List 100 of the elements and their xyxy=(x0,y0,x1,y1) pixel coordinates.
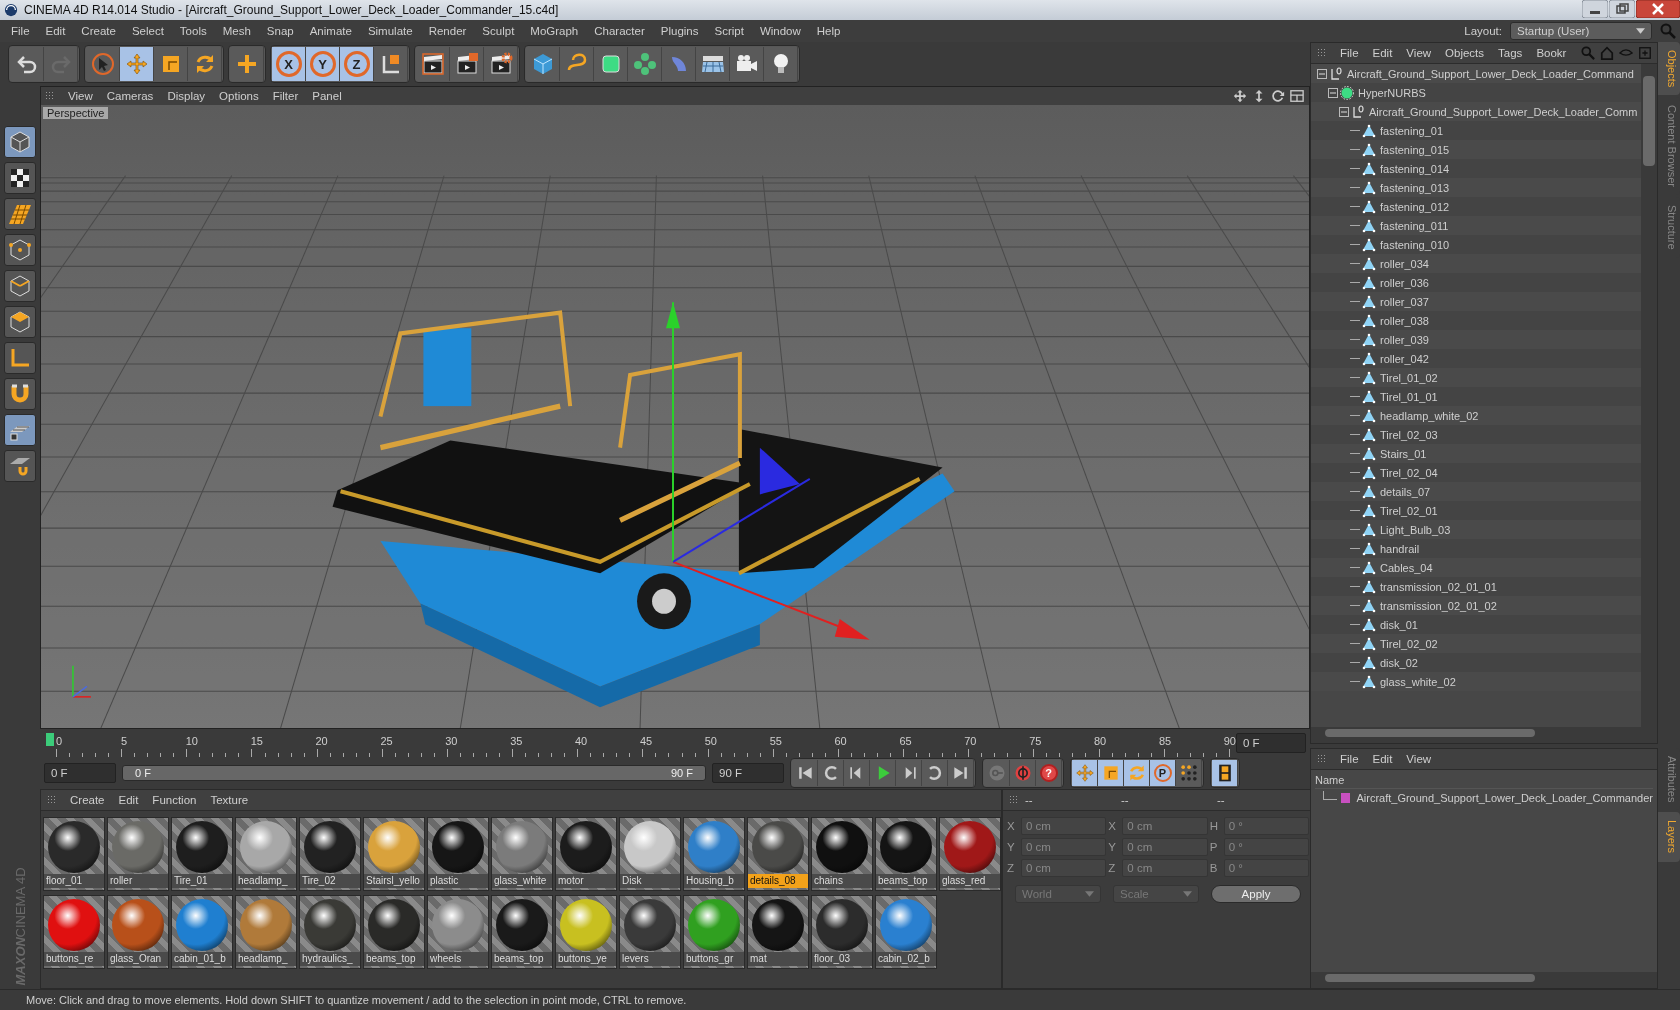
viewport-menu-item[interactable]: Display xyxy=(160,90,213,102)
frame-range-bar[interactable]: 0 F 90 F xyxy=(122,765,706,781)
material-swatch[interactable]: headlamp_ xyxy=(235,817,297,891)
minimize-icon[interactable] xyxy=(1582,0,1608,18)
param-button[interactable]: P xyxy=(1150,760,1176,786)
magnet-mode-button[interactable] xyxy=(4,378,36,410)
material-menu-item[interactable]: Create xyxy=(63,794,112,806)
material-swatch[interactable]: mat xyxy=(747,895,809,969)
points-mode-button[interactable] xyxy=(4,234,36,266)
menu-item[interactable]: Simulate xyxy=(360,25,420,37)
menu-item[interactable]: Window xyxy=(752,25,808,37)
texture-mode-button[interactable] xyxy=(4,162,36,194)
move-button[interactable] xyxy=(1072,760,1098,786)
object-menu-item[interactable]: Edit xyxy=(1365,47,1400,59)
axis-button[interactable]: Z xyxy=(340,47,374,81)
layer-menu-item[interactable]: File xyxy=(1333,753,1366,765)
viewport-menu-item[interactable]: View xyxy=(61,90,100,102)
viewport-menu-item[interactable]: Filter xyxy=(265,90,306,102)
menu-item[interactable]: Help xyxy=(809,25,848,37)
material-swatch[interactable]: buttons_re xyxy=(43,895,105,969)
material-swatch[interactable]: details_08 xyxy=(747,817,809,891)
close-icon[interactable] xyxy=(1636,0,1680,18)
move-button[interactable] xyxy=(120,47,154,81)
polygons-mode-button[interactable] xyxy=(4,306,36,338)
material-swatch[interactable]: Tire_01 xyxy=(171,817,233,891)
orbit-icon[interactable] xyxy=(1271,89,1285,103)
object-menu-item[interactable]: File xyxy=(1333,47,1366,59)
menu-item[interactable]: File xyxy=(4,25,37,37)
material-swatch[interactable]: floor_01 xyxy=(43,817,105,891)
material-swatch[interactable]: plastic xyxy=(427,817,489,891)
material-menu-item[interactable]: Edit xyxy=(111,794,146,806)
expand-toggle-icon[interactable] xyxy=(1328,87,1338,98)
model-mode-button[interactable] xyxy=(4,126,36,158)
material-swatch[interactable]: beams_top xyxy=(491,895,553,969)
scale-button[interactable] xyxy=(1098,760,1124,786)
material-swatch[interactable]: Stairsl_yello xyxy=(363,817,425,891)
material-swatch[interactable]: glass_Oran xyxy=(107,895,169,969)
menu-item[interactable]: Sculpt xyxy=(475,25,522,37)
menu-item[interactable]: Mesh xyxy=(215,25,258,37)
menu-item[interactable]: Edit xyxy=(38,25,73,37)
layer-row[interactable]: Aircraft_Ground_Support_Lower_Deck_Loader_Commander xyxy=(1315,789,1653,807)
layout-dropdown[interactable]: Startup (User) xyxy=(1510,22,1652,40)
side-tab[interactable]: Layers xyxy=(1658,812,1680,862)
material-swatch[interactable]: cabin_01_b xyxy=(171,895,233,969)
workplane-mode-button[interactable] xyxy=(4,198,36,230)
object-menu-item[interactable]: Bookr xyxy=(1529,47,1574,59)
material-swatch[interactable]: cabin_02_b xyxy=(875,895,937,969)
material-swatch[interactable]: headlamp_ xyxy=(235,895,297,969)
horizontal-scrollbar[interactable] xyxy=(1311,972,1657,988)
expand-toggle-icon[interactable] xyxy=(1317,68,1327,79)
material-swatch[interactable]: wheels xyxy=(427,895,489,969)
menu-item[interactable]: Create xyxy=(74,25,123,37)
timeline-ruler[interactable]: 0 5 10 15 20 25 30 35 40 45 50 55 60 65 70 75 80 85 90 0 F xyxy=(40,729,1310,757)
layout-panes-icon[interactable] xyxy=(1290,89,1304,103)
material-swatch[interactable]: Disk xyxy=(619,817,681,891)
restore-icon[interactable] xyxy=(1609,0,1635,18)
menu-item[interactable]: Snap xyxy=(259,25,301,37)
material-menu-item[interactable]: Texture xyxy=(203,794,256,806)
material-swatch[interactable]: buttons_ye xyxy=(555,895,617,969)
horizontal-scrollbar[interactable] xyxy=(1311,727,1657,743)
menu-item[interactable]: Script xyxy=(707,25,751,37)
object-menu-item[interactable]: Objects xyxy=(1438,47,1492,59)
material-swatch[interactable]: floor_03 xyxy=(811,895,873,969)
menu-item[interactable]: MoGraph xyxy=(523,25,586,37)
layer-menu-item[interactable]: View xyxy=(1399,753,1439,765)
object-menu-item[interactable]: Tags xyxy=(1491,47,1530,59)
material-swatch[interactable]: glass_white xyxy=(491,817,553,891)
apply-button[interactable]: Apply xyxy=(1211,885,1301,903)
viewport-menu-item[interactable]: Options xyxy=(212,90,266,102)
material-swatch[interactable]: glass_red xyxy=(939,817,1001,891)
vertical-scrollbar[interactable] xyxy=(1641,64,1657,727)
snap-mode-button[interactable] xyxy=(4,450,36,482)
material-swatch[interactable]: roller xyxy=(107,817,169,891)
material-swatch[interactable]: chains xyxy=(811,817,873,891)
viewport-menu-item[interactable]: Panel xyxy=(305,90,349,102)
object-menu-item[interactable]: View xyxy=(1399,47,1439,59)
material-menu-item[interactable]: Function xyxy=(145,794,204,806)
menu-item[interactable]: Tools xyxy=(172,25,214,37)
rotate-button[interactable] xyxy=(1124,760,1150,786)
layer-menu-item[interactable]: Edit xyxy=(1365,753,1400,765)
grid-lock-mode-button[interactable] xyxy=(4,414,36,446)
viewport-menu-item[interactable]: Cameras xyxy=(99,90,161,102)
material-swatch[interactable]: buttons_gr xyxy=(683,895,745,969)
axis-button[interactable]: Y xyxy=(306,47,340,81)
menu-item[interactable]: Plugins xyxy=(653,25,706,37)
expand-toggle-icon[interactable] xyxy=(1339,106,1349,117)
axis-mode-mode-button[interactable] xyxy=(4,342,36,374)
menu-item[interactable]: Animate xyxy=(302,25,359,37)
material-swatch[interactable]: Housing_b xyxy=(683,817,745,891)
menu-item[interactable]: Render xyxy=(421,25,474,37)
pan-icon[interactable] xyxy=(1233,89,1247,103)
material-swatch[interactable]: Tire_02 xyxy=(299,817,361,891)
side-tab[interactable]: Objects xyxy=(1658,42,1680,96)
material-swatch[interactable]: beams_top xyxy=(875,817,937,891)
material-swatch[interactable]: levers xyxy=(619,895,681,969)
current-frame-field[interactable]: 0 F xyxy=(1236,733,1306,753)
menu-item[interactable]: Character xyxy=(587,25,652,37)
start-frame-field[interactable]: 0 F xyxy=(44,763,116,783)
end-frame-field[interactable]: 90 F xyxy=(712,763,784,783)
material-swatch[interactable]: beams_top xyxy=(363,895,425,969)
